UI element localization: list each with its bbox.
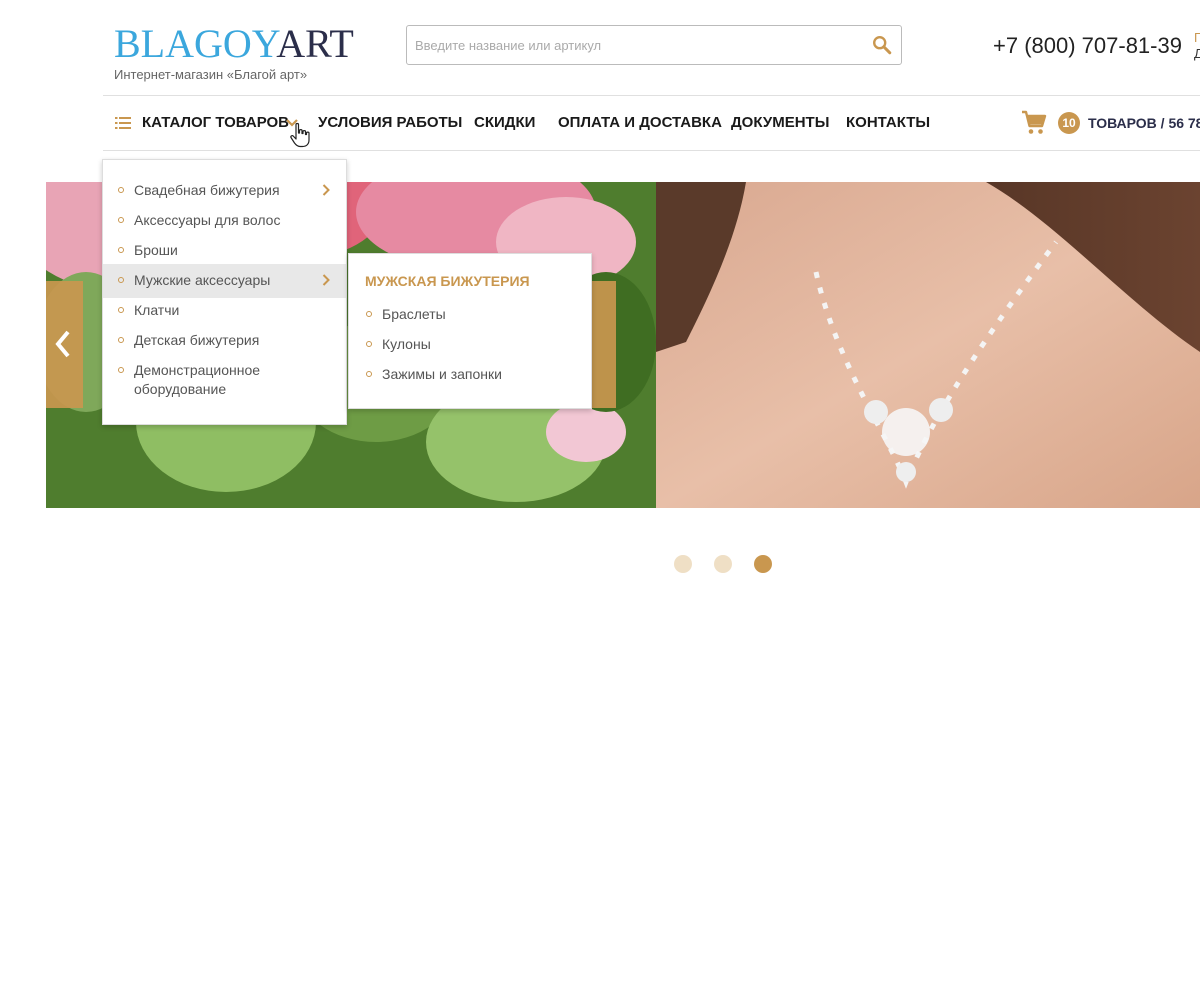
bullet-icon	[118, 367, 124, 373]
catalog-item-display-equipment[interactable]: Демонстрационное оборудование	[103, 361, 346, 399]
catalog-item-label: Мужские аксессуары	[134, 272, 271, 288]
catalog-item-label: Аксессуары для волос	[134, 212, 281, 228]
cart-summary[interactable]: ТОВАРОВ / 56 78	[1088, 96, 1200, 150]
submenu-item-label: Кулоны	[382, 336, 431, 352]
catalog-item-clutches[interactable]: Клатчи	[103, 301, 346, 320]
bullet-icon	[118, 337, 124, 343]
submenu-item-label: Браслеты	[382, 306, 446, 322]
nav-discounts[interactable]: СКИДКИ	[474, 96, 535, 150]
catalog-dropdown: Свадебная бижутерия Аксессуары для волос…	[102, 159, 347, 425]
main-nav: КАТАЛОГ ТОВАРОВ УСЛОВИЯ РАБОТЫ СКИДКИ ОП…	[103, 95, 1200, 151]
list-icon	[115, 117, 131, 129]
logo-text-part2: ART	[276, 21, 354, 66]
slider-dot-3[interactable]	[754, 555, 772, 573]
search-input[interactable]	[407, 26, 847, 64]
catalog-item-wedding-jewelry[interactable]: Свадебная бижутерия	[103, 181, 346, 200]
nav-documents[interactable]: ДОКУМЕНТЫ	[731, 96, 829, 150]
logo-text-part1: BLAGOY	[114, 21, 277, 66]
submenu-title[interactable]: МУЖСКАЯ БИЖУТЕРИЯ	[365, 273, 530, 289]
submenu-item-label: Зажимы и запонки	[382, 366, 502, 382]
callback-line-2: Д	[1194, 46, 1200, 61]
hand-cursor-icon	[290, 122, 310, 148]
submenu-item-bracelets[interactable]: Браслеты	[349, 305, 446, 324]
slider-dot-2[interactable]	[714, 555, 732, 573]
cart-icon[interactable]	[1021, 110, 1047, 136]
catalog-item-brooches[interactable]: Броши	[103, 241, 346, 260]
bullet-icon	[118, 217, 124, 223]
cart-count-badge[interactable]: 10	[1058, 112, 1080, 134]
slider-next-button[interactable]	[592, 281, 616, 408]
nav-terms[interactable]: УСЛОВИЯ РАБОТЫ	[318, 96, 462, 150]
catalog-item-label: Броши	[134, 242, 178, 258]
catalog-item-hair-accessories[interactable]: Аксессуары для волос	[103, 211, 346, 230]
submenu-item-clips-cufflinks[interactable]: Зажимы и запонки	[349, 365, 502, 384]
callback-link[interactable]: П Д	[1194, 30, 1200, 62]
bullet-icon	[118, 277, 124, 283]
catalog-item-label: Свадебная бижутерия	[134, 182, 280, 198]
catalog-item-label-line2: оборудование	[134, 381, 227, 397]
logo[interactable]: BLAGOYART Интернет-магазин «Благой арт»	[114, 24, 354, 83]
logo-text: BLAGOYART	[114, 24, 354, 64]
catalog-item-label: Демонстрационное	[134, 362, 261, 378]
bullet-icon	[118, 307, 124, 313]
logo-subtitle: Интернет-магазин «Благой арт»	[114, 67, 308, 82]
catalog-item-label: Детская бижутерия	[134, 332, 260, 348]
nav-payment-delivery[interactable]: ОПЛАТА И ДОСТАВКА	[558, 96, 722, 150]
bullet-icon	[366, 341, 372, 347]
phone-number[interactable]: +7 (800) 707-81-39	[993, 33, 1182, 59]
slider-dot-1[interactable]	[674, 555, 692, 573]
search-box	[406, 25, 902, 65]
bullet-icon	[118, 187, 124, 193]
submenu-item-pendants[interactable]: Кулоны	[349, 335, 431, 354]
slider-prev-button[interactable]	[46, 281, 83, 408]
chevron-right-icon	[322, 274, 330, 286]
catalog-item-mens-accessories[interactable]: Мужские аксессуары	[103, 264, 346, 298]
bullet-icon	[118, 247, 124, 253]
catalog-item-kids-jewelry[interactable]: Детская бижутерия	[103, 331, 346, 350]
callback-line-1: П	[1194, 30, 1200, 45]
chevron-left-icon	[55, 330, 70, 358]
bullet-icon	[366, 371, 372, 377]
search-icon[interactable]	[871, 34, 893, 56]
nav-catalog[interactable]: КАТАЛОГ ТОВАРОВ	[142, 96, 289, 150]
catalog-item-label: Клатчи	[134, 302, 180, 318]
nav-contacts[interactable]: КОНТАКТЫ	[846, 96, 930, 150]
bullet-icon	[366, 311, 372, 317]
chevron-right-icon	[322, 184, 330, 196]
catalog-submenu: МУЖСКАЯ БИЖУТЕРИЯ Браслеты Кулоны Зажимы…	[348, 253, 592, 409]
